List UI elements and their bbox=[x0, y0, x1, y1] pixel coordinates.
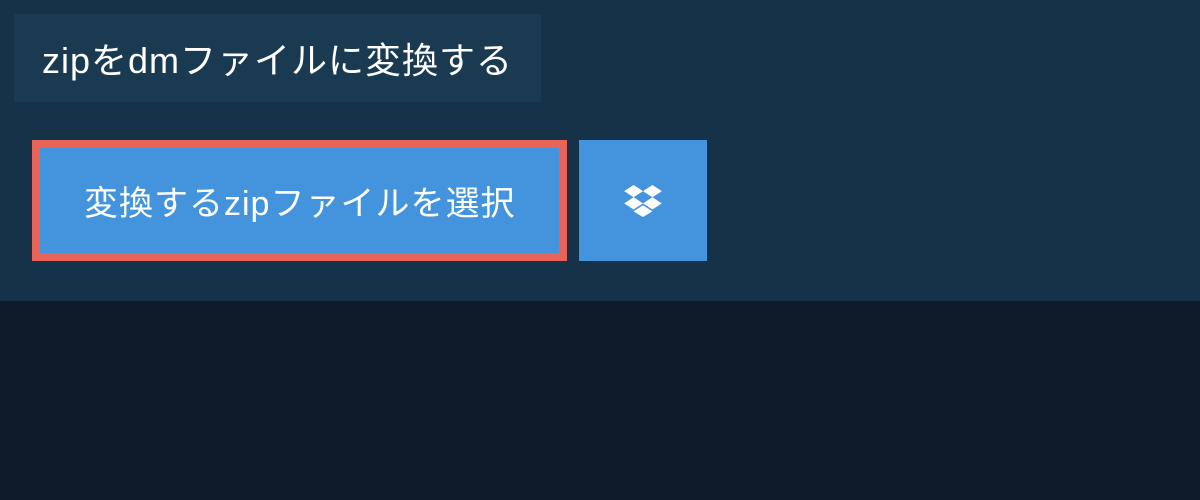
title-bar: zipをdmファイルに変換する bbox=[14, 14, 541, 102]
converter-panel: zipをdmファイルに変換する 変換するzipファイルを選択 bbox=[0, 0, 1200, 301]
select-file-label: 変換するzipファイルを選択 bbox=[84, 176, 515, 225]
dropbox-icon bbox=[624, 185, 662, 217]
select-file-button[interactable]: 変換するzipファイルを選択 bbox=[32, 140, 567, 261]
dropbox-button[interactable] bbox=[579, 140, 707, 261]
page-title: zipをdmファイルに変換する bbox=[42, 32, 513, 84]
button-row: 変換するzipファイルを選択 bbox=[32, 140, 1200, 261]
